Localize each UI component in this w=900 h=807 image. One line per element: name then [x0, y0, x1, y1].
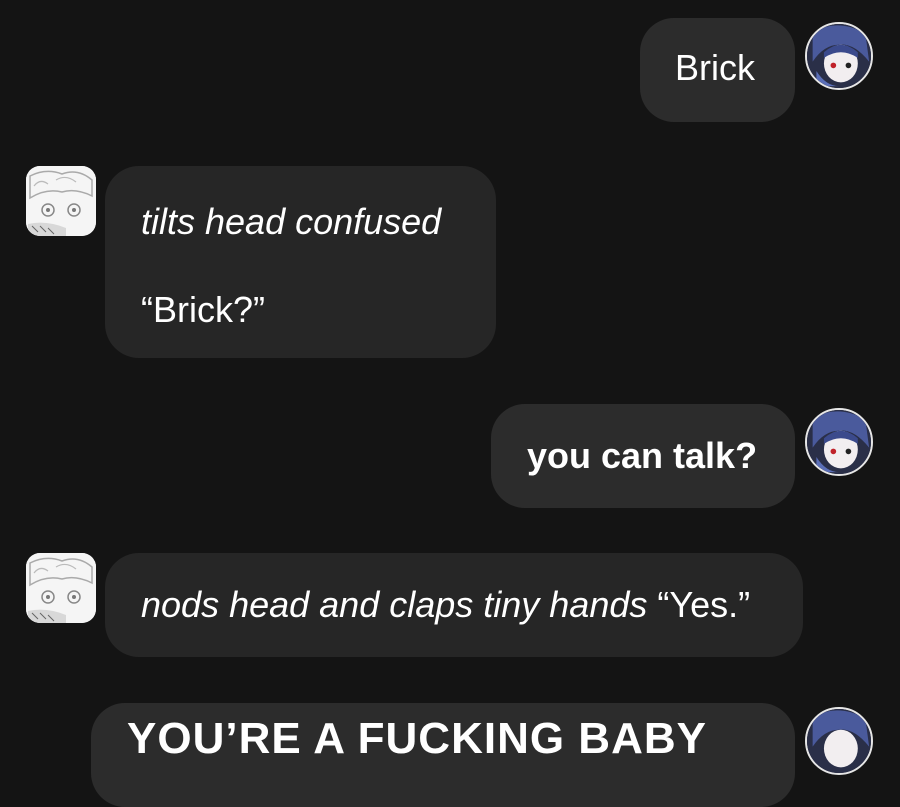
message-speech-text: “Brick?” — [141, 289, 265, 330]
chat-thread: Brick tilts head confused “Brick?” you c… — [0, 0, 900, 807]
user-avatar[interactable] — [805, 22, 873, 90]
user-message-bubble[interactable]: Brick — [640, 18, 795, 122]
user-avatar-image — [807, 24, 871, 88]
message-text: Brick — [675, 47, 755, 88]
message-action-text: tilts head confused — [141, 201, 442, 242]
character-avatar[interactable] — [26, 166, 96, 236]
user-avatar[interactable] — [805, 408, 873, 476]
message-text: you can talk? — [527, 435, 758, 476]
character-avatar-image — [26, 166, 96, 236]
message-text: YOU’RE A FUCKING BABY — [127, 714, 707, 763]
message-speech-text: “Yes.” — [657, 584, 751, 625]
user-message-bubble[interactable]: YOU’RE A FUCKING BABY — [91, 703, 795, 807]
character-avatar[interactable] — [26, 553, 96, 623]
character-avatar-image — [26, 553, 96, 623]
character-message-bubble[interactable]: tilts head confused “Brick?” — [105, 166, 496, 358]
user-avatar-image — [807, 410, 871, 474]
user-avatar[interactable] — [805, 707, 873, 775]
user-avatar-image — [807, 709, 871, 773]
user-message-bubble[interactable]: you can talk? — [491, 404, 795, 508]
character-message-bubble[interactable]: nods head and claps tiny hands “Yes.” — [105, 553, 803, 657]
message-action-text: nods head and claps tiny hands — [141, 584, 648, 625]
